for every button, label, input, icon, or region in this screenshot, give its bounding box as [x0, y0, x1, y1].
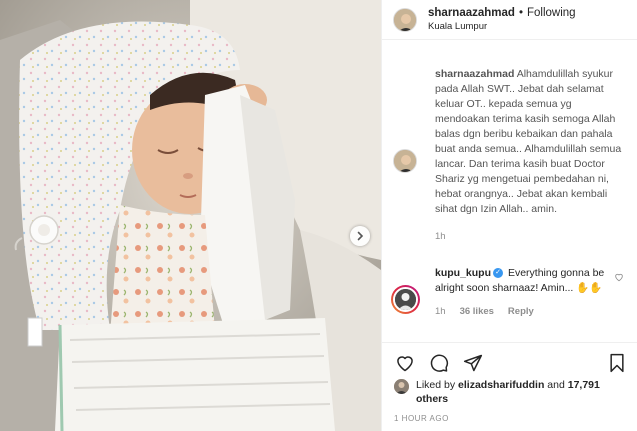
- commenter-avatar[interactable]: [393, 287, 418, 312]
- caption: sharnaazahmad Alhamdulillah syukur pada …: [382, 41, 637, 217]
- caption-username[interactable]: sharnaazahmad: [435, 68, 514, 80]
- following-button[interactable]: Following: [527, 6, 576, 20]
- post-timestamp[interactable]: 1 HOUR AGO: [394, 414, 449, 423]
- caption-text: Alhamdulillah syukur pada Allah SWT.. Je…: [435, 68, 622, 215]
- post-header: sharnaazahmad • Following Kuala Lumpur: [382, 0, 637, 40]
- caption-avatar[interactable]: [393, 149, 417, 173]
- comment-heart-icon[interactable]: [614, 272, 624, 282]
- sleeping-baby-image: [0, 0, 381, 431]
- commenter-username[interactable]: kupu_kupu: [435, 267, 491, 279]
- post-photo[interactable]: [0, 0, 381, 431]
- author-username[interactable]: sharnaazahmad: [428, 6, 515, 20]
- separator-dot: •: [518, 7, 523, 20]
- save-button[interactable]: [606, 352, 628, 374]
- heart-icon: [397, 355, 413, 371]
- bookmark-icon: [610, 353, 624, 373]
- verified-badge-icon: ✓: [493, 268, 504, 279]
- liker-avatar[interactable]: [394, 379, 409, 394]
- caption-age: 1h: [435, 231, 446, 242]
- post-details-panel: sharnaazahmad • Following Kuala Lumpur s…: [381, 0, 637, 431]
- liked-by-prefix: Liked by: [416, 379, 456, 391]
- reply-button[interactable]: Reply: [508, 306, 534, 317]
- comment-button[interactable]: [428, 352, 450, 374]
- carousel-next-button[interactable]: [350, 226, 370, 246]
- comments-section[interactable]: sharnaazahmad Alhamdulillah syukur pada …: [382, 41, 637, 342]
- story-ring[interactable]: [391, 285, 420, 314]
- comment-age: 1h: [435, 306, 446, 317]
- post-location[interactable]: Kuala Lumpur: [428, 21, 576, 33]
- likes-summary: Liked by elizadsharifuddin and 17,791 ot…: [394, 378, 634, 406]
- action-bar: [382, 342, 637, 382]
- comment-meta: 1h 36 likes Reply: [382, 306, 637, 317]
- share-button[interactable]: [462, 352, 484, 374]
- comment-item: kupu_kupu ✓ Everything gonna be alright s…: [382, 242, 637, 314]
- like-button[interactable]: [394, 352, 416, 374]
- chevron-right-icon: [357, 231, 364, 241]
- likes-connector: and: [547, 379, 565, 391]
- comment-likes[interactable]: 36 likes: [460, 306, 494, 317]
- author-avatar[interactable]: [393, 7, 417, 32]
- liker-username[interactable]: elizadsharifuddin: [458, 379, 544, 391]
- share-icon: [463, 354, 483, 371]
- comment-icon: [430, 354, 449, 372]
